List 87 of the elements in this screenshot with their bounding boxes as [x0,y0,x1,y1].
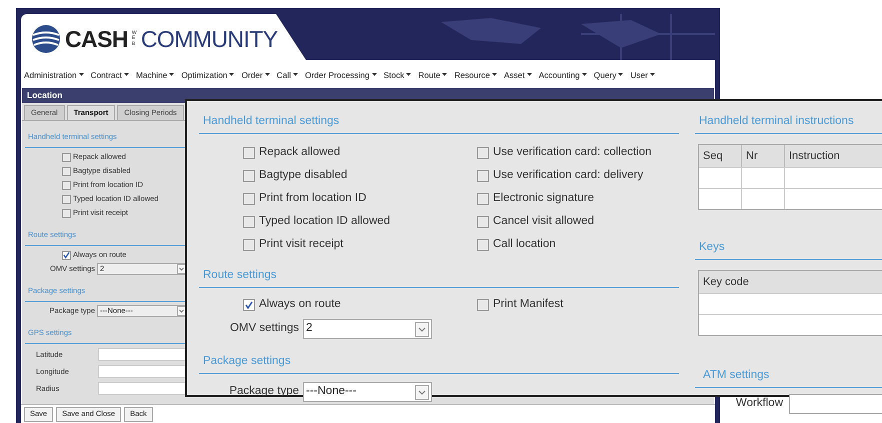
check-icon [63,251,70,259]
select-field[interactable]: ---None--- [303,382,432,402]
menu-item[interactable]: Call [276,68,298,81]
menu-item[interactable]: Order [241,68,270,81]
panel-title: Location [27,89,62,102]
logo-text: CASH [65,28,128,50]
checkbox-label: Typed location ID allowed [259,214,390,229]
checkbox-label: Print Manifest [493,296,564,312]
section-title: Handheld terminal settings [203,115,340,127]
input-field[interactable] [789,394,882,414]
checkbox[interactable] [243,216,255,228]
menu-item[interactable]: Accounting [538,68,587,81]
input-field[interactable] [98,382,186,395]
caret-icon [406,73,412,76]
checkbox-label: Cancel visit allowed [493,214,594,229]
field-label: Package type [228,384,299,400]
checkbox-label: Use verification card: delivery [493,168,644,183]
checkbox-label: Repack allowed [259,144,340,160]
caret-icon [292,73,298,76]
checkbox-label: Print visit receipt [259,236,344,252]
dropdown-icon [177,264,186,274]
caret-icon [582,73,587,76]
dropdown-icon [415,384,429,400]
caret-icon [650,73,655,76]
checkbox[interactable] [243,238,255,250]
checkbox[interactable] [62,250,71,260]
column-header: Nr [742,145,785,167]
column-header: Seq [699,145,742,167]
menu-item[interactable]: Stock [384,68,412,81]
menu-item[interactable]: User [630,68,655,81]
caret-icon [264,73,270,76]
section-title: Handheld terminal instructions [699,115,854,127]
checkbox[interactable] [62,152,71,162]
select-field[interactable]: 2 [303,319,432,339]
checkbox-label: Print from location ID [259,190,366,206]
caret-icon [78,73,84,76]
section-title: Keys [699,241,725,253]
checkbox[interactable] [243,298,255,310]
checkbox[interactable] [62,180,71,190]
dropdown-icon [415,322,429,336]
field-label: Workflow [734,396,783,412]
caret-icon [372,73,377,76]
section-title: Package settings [203,355,291,367]
caret-icon [526,73,532,76]
caret-icon [442,73,448,76]
checkbox[interactable] [243,170,255,182]
checkbox[interactable] [477,238,489,250]
checkbox[interactable] [243,146,255,158]
check-icon [245,300,253,308]
checkbox-label: Electronic signature [493,190,594,206]
checkbox[interactable] [477,216,489,228]
menu-item[interactable]: Resource [454,68,497,81]
menu-item[interactable]: Optimization [181,68,234,81]
logo-text: COMMUNITY [140,28,278,50]
menu-item[interactable]: Order Processing [304,68,377,81]
input-field[interactable] [98,365,186,378]
field-label: OMV settings [228,321,299,336]
caret-icon [169,73,174,76]
menu-item[interactable]: Administration [24,68,84,81]
checkbox-label: Always on route [259,296,341,312]
caret-icon [492,73,497,76]
caret-icon [124,73,129,76]
checkbox-label: Use verification card: collection [493,144,652,160]
column-header: Key code [699,271,882,293]
checkbox-label: Call location [493,236,556,252]
menu-item[interactable]: Contract [90,68,129,81]
column-header: Instruction [785,145,882,167]
checkbox[interactable] [477,192,489,204]
checkbox[interactable] [62,208,71,218]
checkbox-label: Bagtype disabled [259,168,348,183]
menu-item[interactable]: Route [418,68,448,81]
checkbox[interactable] [477,298,489,310]
globe-logo-icon [31,24,61,54]
section-title: ATM settings [703,369,770,381]
caret-icon [618,73,624,76]
menu-item[interactable]: Machine [136,68,174,81]
checkbox[interactable] [243,192,255,204]
checkbox[interactable] [62,194,71,204]
menu-item[interactable]: Query [594,68,624,81]
input-field[interactable] [98,348,186,361]
checkbox[interactable] [62,166,71,176]
section-title: Route settings [203,269,277,281]
caret-icon [229,73,234,76]
checkbox[interactable] [477,146,489,158]
dropdown-icon [177,306,186,316]
checkbox[interactable] [477,170,489,182]
menu-item[interactable]: Asset [504,68,532,81]
